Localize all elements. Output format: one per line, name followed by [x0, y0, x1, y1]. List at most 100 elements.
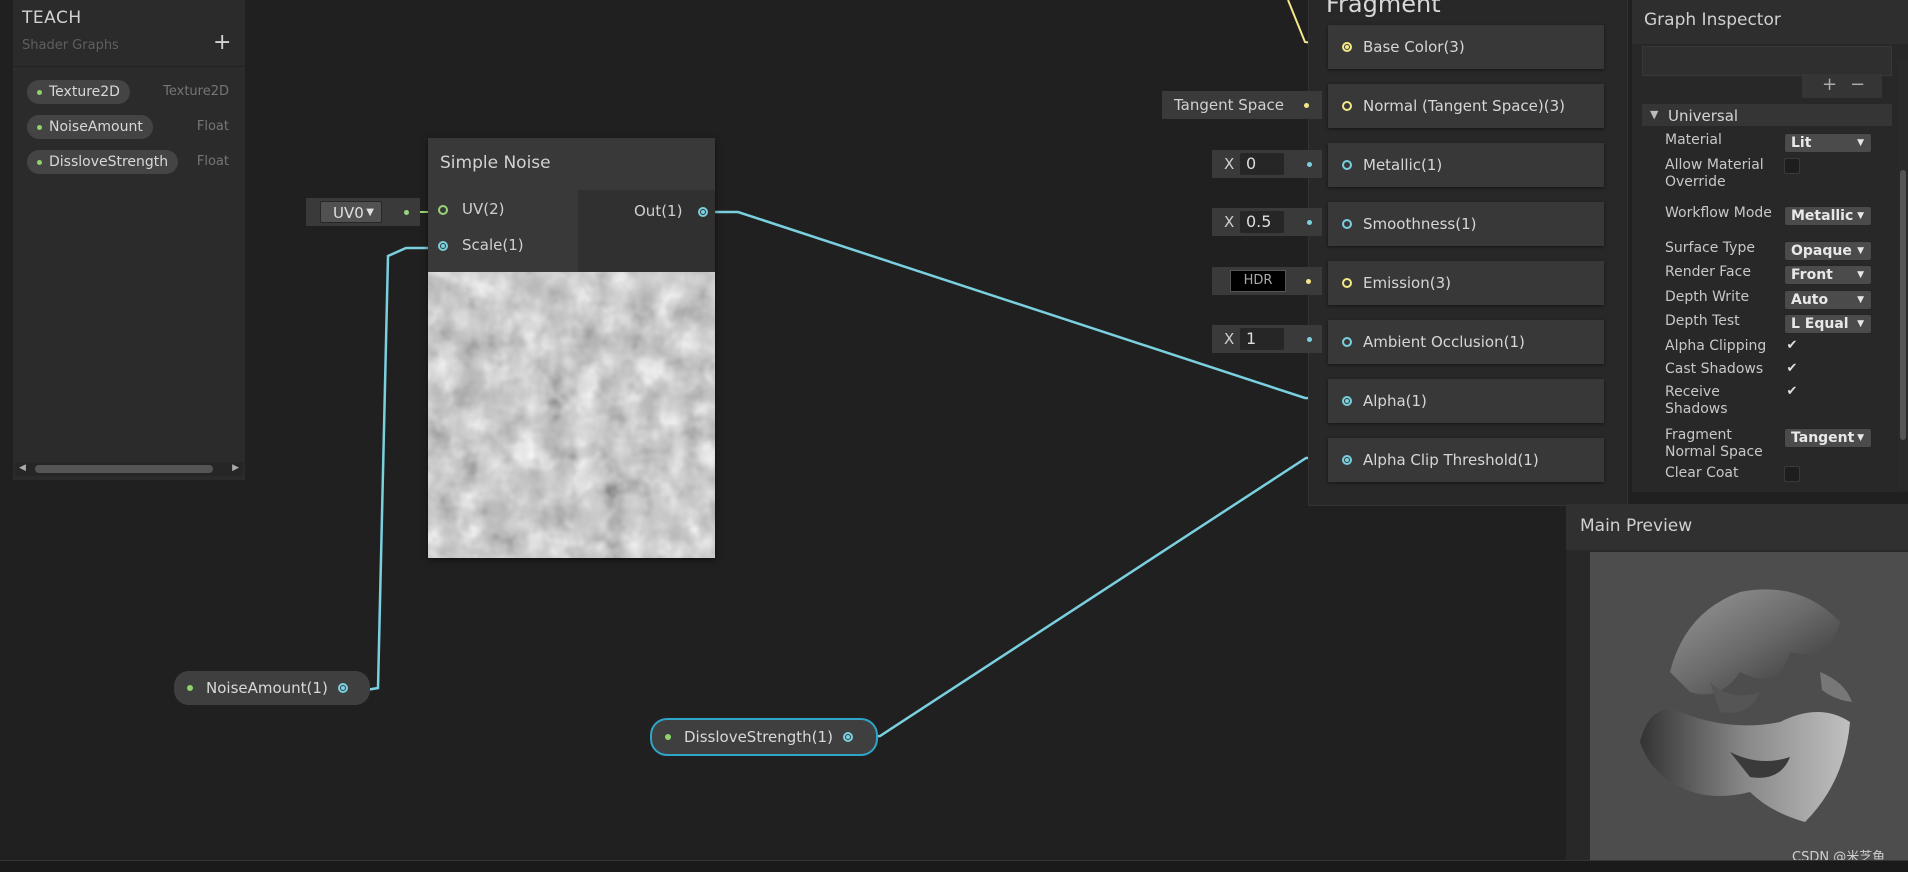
alpha-clip-threshold-port[interactable]	[1342, 455, 1352, 465]
block-normal[interactable]: Normal (Tangent Space)(3)	[1328, 84, 1604, 128]
smoothness-port[interactable]	[1342, 219, 1352, 229]
scroll-left-arrow-icon[interactable]: ◀	[19, 463, 26, 473]
node-outputs: Out(1)	[578, 190, 715, 272]
block-alpha-clip-threshold[interactable]: Alpha Clip Threshold(1)	[1328, 438, 1604, 482]
out-output-port[interactable]	[698, 207, 708, 217]
normal-port[interactable]	[1342, 101, 1352, 111]
dropdown-value: Front	[1791, 267, 1833, 283]
chevron-down-icon: ▼	[1857, 211, 1864, 221]
inspector-target-list	[1642, 46, 1892, 76]
inspector-dropdown[interactable]: Lit ▼	[1784, 133, 1872, 153]
inspector-dropdown[interactable]: L Equal ▼	[1784, 314, 1872, 334]
fragment-context	[1308, 0, 1628, 506]
divider	[13, 66, 245, 67]
property-pill[interactable]: NoiseAmount	[27, 115, 153, 139]
bottom-status-bar	[0, 860, 1908, 872]
inspector-checkbox[interactable]: ✔	[1784, 339, 1800, 355]
inspector-dropdown[interactable]: Front ▼	[1784, 265, 1872, 285]
inspector-row-label: Depth Write	[1665, 289, 1750, 305]
block-alpha[interactable]: Alpha(1)	[1328, 379, 1604, 423]
inspector-dropdown[interactable]: Metallic ▼	[1784, 206, 1872, 226]
noise-amount-node[interactable]: NoiseAmount(1)	[174, 671, 370, 705]
smoothness-field: X 0.5	[1212, 208, 1322, 236]
inspector-dropdown[interactable]: Auto ▼	[1784, 290, 1872, 310]
block-smoothness[interactable]: Smoothness(1)	[1328, 202, 1604, 246]
inspector-row-label: Material	[1665, 132, 1722, 148]
inspector-dropdown[interactable]: Tangent ▼	[1784, 428, 1872, 448]
emission-hdr-color-swatch[interactable]: HDR	[1230, 270, 1286, 292]
block-label: Ambient Occlusion(1)	[1363, 333, 1525, 351]
noise-amount-output-port[interactable]	[338, 683, 348, 693]
ambient-occlusion-input[interactable]: 1	[1240, 328, 1284, 350]
block-ambient-occlusion[interactable]: Ambient Occlusion(1)	[1328, 320, 1604, 364]
inspector-row-label: Cast Shadows	[1665, 361, 1764, 377]
scroll-right-arrow-icon[interactable]: ▶	[232, 463, 239, 473]
dropdown-value: L Equal	[1791, 316, 1849, 332]
blackboard-title: TEACH	[22, 8, 82, 28]
universal-section-header[interactable]: ▼ Universal	[1642, 104, 1892, 126]
add-target-button[interactable]: +	[1822, 74, 1837, 95]
inspector-title: Graph Inspector	[1644, 10, 1781, 30]
alpha-port[interactable]	[1342, 396, 1352, 406]
inspector-checkbox[interactable]: ✔	[1784, 385, 1800, 401]
chevron-down-icon: ▼	[1857, 433, 1864, 443]
block-metallic[interactable]: Metallic(1)	[1328, 143, 1604, 187]
inspector-dropdown[interactable]: Opaque ▼	[1784, 241, 1872, 261]
block-base-color[interactable]: Base Color(3)	[1328, 25, 1604, 69]
simple-noise-node[interactable]: Simple Noise UV(2) Scale(1) Out(1)	[428, 138, 715, 558]
inspector-row-label: Alpha Clipping	[1665, 338, 1767, 354]
block-label: Normal (Tangent Space)(3)	[1363, 97, 1565, 115]
chevron-down-icon: ▼	[1857, 270, 1864, 280]
inspector-checkbox[interactable]	[1784, 466, 1800, 482]
emission-port[interactable]	[1342, 278, 1352, 288]
connector-dot-icon	[1306, 279, 1311, 284]
inspector-vertical-scrollbar[interactable]	[1898, 60, 1908, 490]
block-label: Smoothness(1)	[1363, 215, 1477, 233]
section-title: Universal	[1668, 107, 1739, 125]
property-type: Float	[196, 154, 229, 169]
property-pill[interactable]: DissloveStrength	[27, 150, 179, 174]
metallic-port[interactable]	[1342, 160, 1352, 170]
add-property-button[interactable]: +	[213, 30, 231, 55]
uv-input-label: UV(2)	[462, 200, 505, 218]
scrollbar-thumb[interactable]	[1900, 170, 1906, 440]
collapse-triangle-icon[interactable]: ▼	[1650, 108, 1658, 121]
inspector-row-label: Allow Material Override	[1665, 157, 1764, 190]
base-color-port[interactable]	[1342, 42, 1352, 52]
remove-target-button[interactable]: −	[1850, 74, 1865, 95]
property-pill[interactable]: Texture2D	[27, 80, 130, 104]
blackboard-horizontal-scrollbar[interactable]: ◀ ▶	[15, 462, 243, 476]
property-name: NoiseAmount	[49, 119, 143, 135]
inspector-row-label: Depth Test	[1665, 313, 1740, 329]
dissolve-strength-output-port[interactable]	[843, 732, 853, 742]
dropdown-value: Lit	[1791, 135, 1812, 151]
property-row-disslovestrength[interactable]: DissloveStrength Float	[13, 148, 245, 176]
normal-space-field[interactable]: Tangent Space	[1162, 91, 1322, 119]
dissolved-sphere-render	[1640, 589, 1852, 822]
out-output-label: Out(1)	[634, 202, 683, 220]
uv-channel-dropdown[interactable]: UV0 ▼	[320, 201, 382, 223]
ambient-occlusion-port[interactable]	[1342, 337, 1352, 347]
inspector-row-label: Workflow Mode	[1665, 205, 1772, 221]
property-row-noiseamount[interactable]: NoiseAmount Float	[13, 113, 245, 141]
uv-input-port[interactable]	[438, 205, 448, 215]
block-emission[interactable]: Emission(3)	[1328, 261, 1604, 305]
inspector-header: Graph Inspector	[1632, 0, 1908, 44]
property-dot-icon	[37, 90, 42, 95]
property-row-texture2d[interactable]: Texture2D Texture2D	[13, 78, 245, 106]
inspector-checkbox[interactable]	[1784, 158, 1800, 174]
uv-channel-value: UV0	[333, 204, 364, 222]
dissolve-strength-node[interactable]: DissloveStrength(1)	[652, 720, 876, 754]
property-dot-icon	[187, 685, 193, 691]
smoothness-input[interactable]: 0.5	[1240, 211, 1284, 233]
property-name: Texture2D	[49, 84, 120, 100]
preview-viewport[interactable]	[1590, 552, 1908, 860]
metallic-input[interactable]: 0	[1240, 153, 1284, 175]
wire-dissolve-to-clip	[859, 456, 1344, 739]
node-title[interactable]: Simple Noise	[428, 138, 715, 190]
noise-amount-label: NoiseAmount(1)	[206, 679, 328, 697]
scrollbar-thumb[interactable]	[35, 465, 213, 473]
scale-input-port[interactable]	[438, 241, 448, 251]
inspector-row-label: Fragment Normal Space	[1665, 427, 1763, 460]
inspector-checkbox[interactable]: ✔	[1784, 362, 1800, 378]
